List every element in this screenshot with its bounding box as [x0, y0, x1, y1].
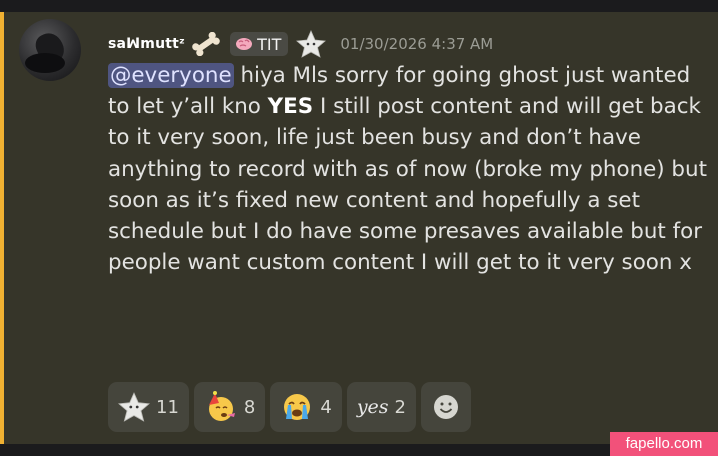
message-text-bold: YES	[267, 94, 314, 120]
star-face-icon	[118, 392, 150, 422]
mention-highlight-bar	[0, 12, 4, 444]
crying-face-icon	[284, 394, 311, 420]
message-text-2: I still post content and will get back t…	[108, 94, 707, 276]
party-face-icon	[208, 391, 235, 421]
role-tag-label: TIT	[257, 34, 282, 54]
yes-text-icon: yes	[356, 396, 389, 418]
add-reaction-button[interactable]	[421, 382, 471, 432]
watermark: fapello.com	[610, 432, 718, 456]
smiley-face-icon	[434, 395, 458, 419]
reaction-yes[interactable]: yes 2	[346, 382, 416, 432]
reaction-star[interactable]: 11	[108, 382, 189, 432]
reaction-count: 4	[320, 396, 332, 418]
reaction-count: 8	[243, 396, 256, 418]
reactions-bar: 11 8 4 yes 2	[108, 382, 476, 432]
brain-icon	[236, 38, 253, 50]
reaction-party[interactable]: 8	[193, 382, 266, 432]
username[interactable]: saꟽmuttᶻ	[108, 36, 185, 52]
top-divider	[0, 0, 718, 12]
message-header: saꟽmuttᶻ TIT 01/30/2026 4:37 AM	[108, 30, 494, 58]
mention-everyone[interactable]: @everyone	[108, 63, 234, 88]
reaction-crying[interactable]: 4	[270, 382, 342, 432]
message-content: @everyone hiya Mls sorry for going ghost…	[108, 60, 708, 278]
reaction-count: 11	[156, 396, 179, 418]
bone-icon	[192, 32, 220, 56]
avatar[interactable]	[19, 19, 81, 81]
star-face-icon	[296, 30, 327, 58]
timestamp: 01/30/2026 4:37 AM	[340, 35, 494, 53]
chat-message[interactable]: saꟽmuttᶻ TIT 01/30/2026 4:37 AM @everyon…	[0, 12, 718, 444]
role-tag[interactable]: TIT	[230, 32, 289, 56]
reaction-count: 2	[394, 396, 406, 418]
